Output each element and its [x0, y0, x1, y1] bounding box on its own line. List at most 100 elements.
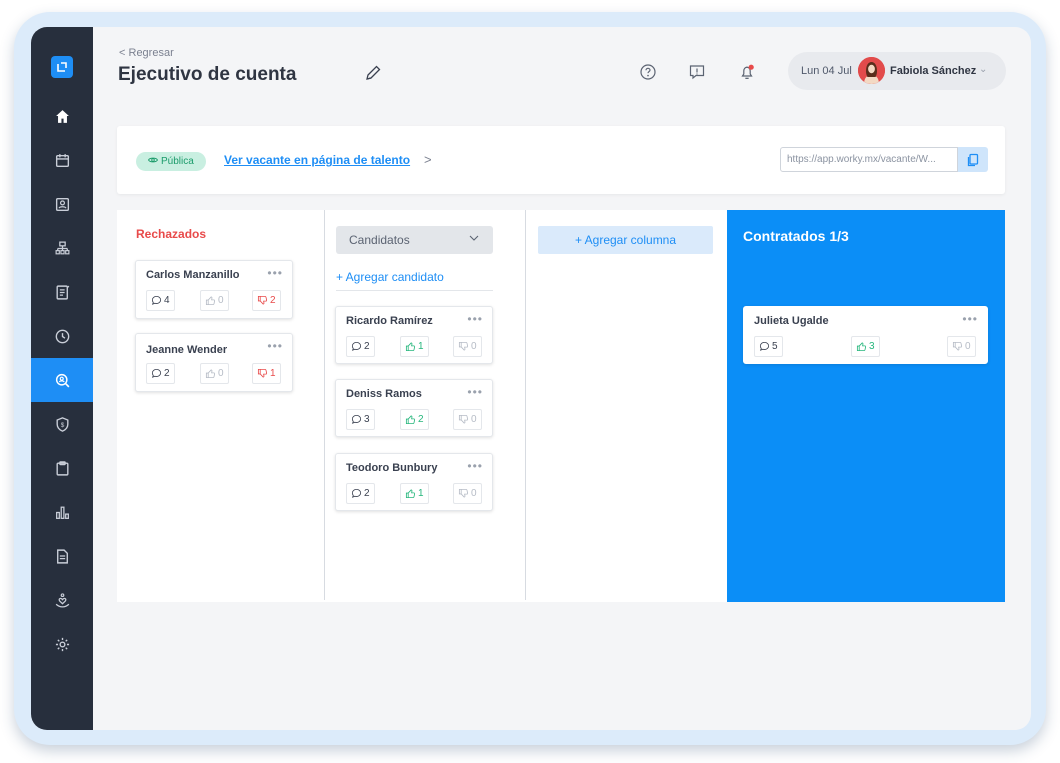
- clock-icon[interactable]: [31, 314, 93, 358]
- comments-count[interactable]: 5: [754, 336, 783, 357]
- candidate-card[interactable]: Carlos Manzanillo ••• 4 0 2: [135, 260, 293, 319]
- dislikes-value: 2: [270, 295, 276, 306]
- visibility-label: Pública: [161, 156, 194, 167]
- feedback-icon[interactable]: [688, 63, 706, 81]
- dislikes-count[interactable]: 2: [252, 290, 281, 311]
- candidate-card[interactable]: Julieta Ugalde ••• 5 3 0: [743, 306, 988, 364]
- likes-value: 0: [218, 295, 224, 306]
- add-candidate-button[interactable]: + Agregar candidato: [336, 270, 444, 284]
- comments-value: 2: [364, 488, 370, 499]
- document-icon[interactable]: [31, 270, 93, 314]
- likes-value: 0: [218, 368, 224, 379]
- comments-count[interactable]: 2: [346, 336, 375, 357]
- comment-icon: [759, 341, 770, 351]
- dislikes-count[interactable]: 1: [252, 363, 281, 384]
- calendar-icon[interactable]: [31, 138, 93, 182]
- chevron-left-icon: <: [119, 47, 126, 59]
- back-label: Regresar: [128, 47, 174, 59]
- current-date: Lun 04 Jul: [801, 65, 852, 77]
- dislikes-count[interactable]: 0: [453, 409, 482, 430]
- more-options-icon[interactable]: •••: [467, 459, 483, 473]
- comments-value: 5: [772, 341, 778, 352]
- more-options-icon[interactable]: •••: [467, 385, 483, 399]
- dislikes-count[interactable]: 0: [947, 336, 976, 357]
- eye-icon: [147, 155, 159, 168]
- likes-count[interactable]: 0: [200, 363, 229, 384]
- thumbs-up-icon: [405, 489, 416, 499]
- likes-value: 1: [418, 488, 424, 499]
- more-options-icon[interactable]: •••: [467, 312, 483, 326]
- candidate-card[interactable]: Jeanne Wender ••• 2 0 1: [135, 333, 293, 392]
- avatar: [858, 57, 885, 84]
- thumbs-down-icon: [257, 368, 268, 378]
- thumbs-up-icon: [405, 342, 416, 352]
- likes-count[interactable]: 2: [400, 409, 429, 430]
- talent-page-link[interactable]: Ver vacante en página de talento: [224, 153, 410, 167]
- copy-url-button[interactable]: [958, 147, 988, 172]
- search-person-icon[interactable]: [31, 358, 93, 402]
- more-options-icon[interactable]: •••: [267, 266, 283, 280]
- candidate-card[interactable]: Ricardo Ramírez ••• 2 1 0: [335, 306, 493, 364]
- comments-count[interactable]: 2: [346, 483, 375, 504]
- vacancy-url-field[interactable]: [780, 147, 958, 172]
- dislikes-value: 0: [471, 341, 477, 352]
- stage-select[interactable]: Candidatos: [336, 226, 493, 254]
- app-screen: $ < Regresar Ejecutivo de cuenta Lun 04 …: [31, 27, 1031, 730]
- bar-chart-icon[interactable]: [31, 490, 93, 534]
- file-icon[interactable]: [31, 534, 93, 578]
- column-divider: [525, 210, 526, 600]
- more-options-icon[interactable]: •••: [962, 312, 978, 326]
- thumbs-up-icon: [856, 342, 867, 352]
- likes-count[interactable]: 1: [400, 483, 429, 504]
- hired-column: Contratados 1/3 Julieta Ugalde ••• 5 3 0: [727, 210, 1005, 602]
- likes-count[interactable]: 0: [200, 290, 229, 311]
- thumbs-up-icon: [205, 369, 216, 379]
- dislikes-value: 0: [471, 414, 477, 425]
- thumbs-down-icon: [458, 488, 469, 498]
- comments-value: 3: [364, 414, 370, 425]
- logo-icon[interactable]: [51, 56, 73, 78]
- comments-count[interactable]: 3: [346, 409, 375, 430]
- likes-count[interactable]: 1: [400, 336, 429, 357]
- chevron-down-icon: [468, 232, 480, 247]
- candidate-card[interactable]: Teodoro Bunbury ••• 2 1 0: [335, 453, 493, 511]
- candidate-name: Julieta Ugalde: [754, 315, 829, 327]
- thumbs-up-icon: [205, 296, 216, 306]
- likes-value: 3: [869, 341, 875, 352]
- clipboard-icon[interactable]: [31, 446, 93, 490]
- vacancy-bar: Pública Ver vacante en página de talento…: [117, 126, 1005, 194]
- hired-column-title: Contratados 1/3: [743, 228, 849, 244]
- likes-count[interactable]: 3: [851, 336, 880, 357]
- comments-count[interactable]: 4: [146, 290, 175, 311]
- id-card-icon[interactable]: [31, 182, 93, 226]
- settings-icon[interactable]: [31, 622, 93, 666]
- edit-pencil-icon[interactable]: [364, 64, 382, 82]
- candidate-card[interactable]: Deniss Ramos ••• 3 2 0: [335, 379, 493, 437]
- comment-icon: [351, 341, 362, 351]
- comment-icon: [351, 414, 362, 424]
- help-icon[interactable]: [639, 63, 657, 81]
- dislikes-value: 1: [270, 368, 276, 379]
- home-icon[interactable]: [31, 94, 93, 138]
- org-chart-icon[interactable]: [31, 226, 93, 270]
- thumbs-down-icon: [458, 414, 469, 424]
- dislikes-count[interactable]: 0: [453, 483, 482, 504]
- dislikes-count[interactable]: 0: [453, 336, 482, 357]
- shield-money-icon[interactable]: $: [31, 402, 93, 446]
- visibility-badge: Pública: [136, 152, 206, 171]
- dislikes-value: 0: [471, 488, 477, 499]
- thumbs-down-icon: [257, 295, 268, 305]
- comments-value: 4: [164, 295, 170, 306]
- comment-icon: [151, 295, 162, 305]
- back-link[interactable]: < Regresar: [119, 47, 174, 59]
- comments-count[interactable]: 2: [146, 363, 175, 384]
- add-column-button[interactable]: + Agregar columna: [538, 226, 713, 254]
- notification-bell-icon[interactable]: [738, 63, 756, 81]
- more-options-icon[interactable]: •••: [267, 339, 283, 353]
- user-menu[interactable]: Lun 04 Jul Fabiola Sánchez ⌄: [788, 52, 1006, 90]
- page-title: Ejecutivo de cuenta: [118, 64, 297, 85]
- candidate-name: Deniss Ramos: [346, 388, 422, 400]
- chevron-right-icon: >: [424, 152, 432, 167]
- comments-value: 2: [164, 368, 170, 379]
- hand-heart-icon[interactable]: [31, 578, 93, 622]
